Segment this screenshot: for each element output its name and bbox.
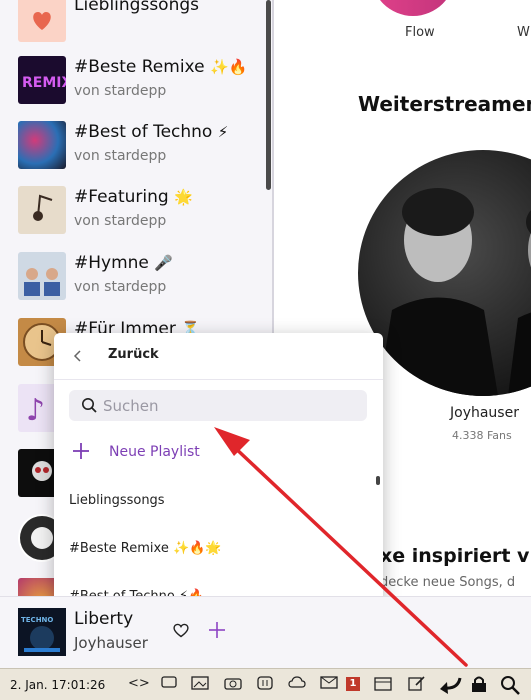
edit-icon[interactable]	[408, 675, 426, 693]
sidebar-item-hymne[interactable]: #Hymne 🎤 von stardepp	[0, 243, 266, 307]
svg-text:REMIX: REMIX	[22, 75, 66, 91]
now-playing-title[interactable]: Liberty	[74, 609, 133, 629]
plus-icon[interactable]	[208, 621, 226, 639]
mail-icon[interactable]	[320, 675, 338, 693]
artist-fans: 4.338 Fans	[452, 429, 512, 442]
techno-playlist-thumbnail	[18, 121, 66, 169]
sidebar-item-owner: von stardepp	[74, 148, 167, 164]
sidebar-item-best-of-techno[interactable]: #Best of Techno ⚡ von stardepp	[0, 112, 266, 176]
system-taskbar: 2. Jan. 17:01:26 <> 1	[0, 668, 531, 700]
heart-icon	[33, 12, 51, 30]
player-bar: TECHNO Liberty Joyhauser	[0, 596, 531, 668]
sidebar-item-title: #Hymne	[74, 253, 149, 273]
mail-badge: 1	[346, 677, 360, 691]
search-input[interactable]	[103, 394, 353, 417]
section-subtitle: decke neue Songs, d	[380, 575, 516, 590]
artist-name[interactable]: Joyhauser	[450, 405, 519, 421]
new-playlist-button[interactable]: Neue Playlist	[68, 439, 368, 467]
flow-label[interactable]: Flow	[405, 25, 435, 40]
calendar-icon[interactable]	[374, 675, 392, 693]
sidebar-item-title: Lieblingssongs	[74, 0, 199, 15]
section-title: xe inspiriert v	[380, 545, 530, 567]
now-playing-artist[interactable]: Joyhauser	[74, 634, 148, 652]
cloud-icon[interactable]	[288, 675, 306, 693]
search-box[interactable]	[69, 390, 367, 421]
search-icon	[82, 398, 97, 413]
menu-item-label: Lieblingssongs	[69, 493, 165, 508]
sidebar-item-emoji: 🎤	[154, 254, 173, 272]
sidebar-item-title: #Beste Remixe	[74, 57, 205, 77]
remix-playlist-thumbnail: REMIX	[18, 56, 66, 104]
sidebar-item-title: #Featuring	[74, 187, 169, 207]
next-card-label[interactable]: W	[517, 25, 530, 40]
artist-image[interactable]	[358, 150, 531, 396]
sidebar-item-title: #Best of Techno	[74, 122, 213, 142]
sidebar-item-beste-remixe[interactable]: REMIX #Beste Remixe ✨🔥 von stardepp	[0, 47, 266, 111]
sidebar-item-owner: von stardepp	[74, 279, 167, 295]
window-icon[interactable]	[160, 675, 178, 693]
add-to-playlist-menu: Zurück Neue Playlist Lieblingssongs #Bes…	[54, 333, 383, 605]
menu-item-label: #Beste Remixe ✨🔥🌟	[69, 541, 222, 556]
search-icon[interactable]	[500, 675, 520, 695]
back-button[interactable]: Zurück	[108, 347, 159, 362]
heart-icon[interactable]	[172, 622, 190, 638]
svg-text:TECHNO: TECHNO	[21, 616, 53, 624]
now-playing-cover[interactable]: TECHNO	[18, 608, 66, 656]
section-title: Weiterstreamen	[358, 92, 531, 116]
sidebar-item-emoji: ✨🔥	[209, 58, 248, 76]
sidebar-item-emoji: ⚡	[217, 123, 229, 141]
sidebar-item-featuring[interactable]: #Featuring 🌟 von stardepp	[0, 177, 266, 241]
menu-item-playlist[interactable]: #Beste Remixe ✨🔥🌟	[54, 531, 369, 571]
plus-icon	[73, 443, 89, 459]
new-playlist-label: Neue Playlist	[109, 444, 200, 460]
sidebar-item-emoji: 🌟	[174, 188, 193, 206]
chevron-left-icon[interactable]	[70, 346, 86, 366]
return-arrow-icon[interactable]	[436, 675, 464, 694]
clock: 2. Jan. 17:01:26	[10, 678, 106, 692]
menu-item-playlist[interactable]: Lieblingssongs	[54, 483, 369, 523]
sidebar-scrollbar[interactable]	[266, 0, 271, 190]
camera-icon[interactable]	[224, 675, 242, 693]
heart-playlist-thumbnail	[18, 0, 66, 42]
sidebar-item-lieblingssongs[interactable]: Lieblingssongs	[0, 0, 266, 49]
code-icon[interactable]: <>	[128, 675, 150, 693]
sidebar-item-owner: von stardepp	[74, 83, 167, 99]
hymne-playlist-thumbnail	[18, 252, 66, 300]
pause-icon[interactable]	[256, 675, 274, 693]
menu-scrollbar[interactable]	[376, 476, 380, 485]
featuring-playlist-thumbnail	[18, 186, 66, 234]
lock-icon[interactable]	[470, 675, 488, 693]
menu-header: Zurück	[54, 333, 383, 380]
image-icon[interactable]	[191, 675, 209, 693]
sidebar-item-owner: von stardepp	[74, 213, 167, 229]
svg-text:♪: ♪	[26, 393, 45, 428]
flow-cover[interactable]	[371, 0, 455, 16]
